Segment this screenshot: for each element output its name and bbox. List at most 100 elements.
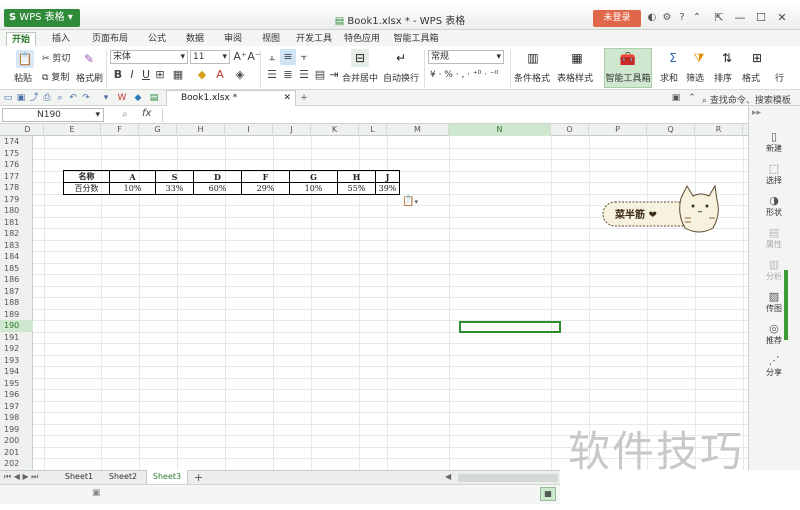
panel-item-7[interactable]: ◎ 推荐 [748, 322, 800, 346]
row-header-200[interactable]: 200 [0, 435, 33, 447]
name-box[interactable]: N190 ▾ [2, 108, 104, 122]
fill-border-icon[interactable]: ▦ [170, 67, 186, 83]
tab-2[interactable]: 插入 [44, 32, 78, 46]
format-painter-button[interactable]: 格式刷 [76, 71, 103, 84]
clipboard-icon[interactable]: ▣ [670, 92, 682, 104]
column-header-l[interactable]: L [359, 124, 387, 136]
wps-w-icon[interactable]: W [116, 92, 128, 104]
table-header-cell[interactable]: A [109, 170, 156, 183]
column-header-j[interactable]: J [273, 124, 311, 136]
row-header-192[interactable]: 192 [0, 343, 33, 355]
filter-button[interactable]: 筛选 [686, 71, 704, 84]
horizontal-scrollbar[interactable] [458, 474, 558, 482]
preview-icon[interactable]: ⌕ [54, 92, 66, 104]
help-icon[interactable]: ? [676, 12, 688, 24]
column-header-f[interactable]: F [101, 124, 139, 136]
font-size-select[interactable]: 11 ▾ [190, 50, 230, 64]
box-icon[interactable]: ◆ [132, 92, 144, 104]
table-header-cell[interactable]: D [193, 170, 242, 183]
wrap-text-button[interactable]: 自动换行 [383, 71, 419, 84]
align-middle-icon[interactable]: ≡ [280, 49, 296, 65]
column-header-k[interactable]: K [311, 124, 359, 136]
row-header-176[interactable]: 176 [0, 159, 33, 171]
save-icon[interactable]: ▣ [15, 92, 27, 104]
column-header-g[interactable]: G [139, 124, 177, 136]
panel-item-1[interactable]: ▯ 新建 [748, 130, 800, 154]
sort-icon[interactable]: ⇅ [718, 49, 736, 67]
sheet-tab-sheet3[interactable]: Sheet3 [146, 470, 188, 484]
command-search[interactable]: ⌕ 查找命令、搜索模板 [702, 93, 791, 106]
copy-button[interactable]: ⧉ 复制 [42, 70, 69, 83]
undo-icon[interactable]: ↶ [67, 92, 79, 104]
conditional-format-button[interactable]: 条件格式 [514, 71, 550, 84]
table-header-cell[interactable]: 名称 [63, 170, 110, 183]
sheet-nav-icons[interactable]: ⏮ ◀ ▶ ⏭ [4, 472, 38, 482]
table-header-cell[interactable]: H [337, 170, 376, 183]
column-header-p[interactable]: P [589, 124, 647, 136]
row-header-186[interactable]: 186 [0, 274, 33, 286]
table-header-cell[interactable]: J [375, 170, 400, 183]
tab-4[interactable]: 公式 [142, 32, 172, 46]
panel-item-6[interactable]: ▨ 传图 [748, 290, 800, 314]
zoom-icon[interactable]: ⌕ [122, 109, 128, 120]
tab-1[interactable]: 开始 [6, 32, 36, 46]
table-cell[interactable]: 60% [193, 182, 242, 195]
tab-5[interactable]: 数据 [180, 32, 210, 46]
new-tab-icon[interactable]: + [298, 92, 310, 104]
paste-options-icon[interactable]: 📋▾ [402, 196, 418, 207]
row-header-190[interactable]: 190 [0, 320, 33, 332]
row-header-179[interactable]: 179 [0, 194, 33, 206]
row-header-183[interactable]: 183 [0, 240, 33, 252]
record-macro-icon[interactable]: ▣ [92, 488, 101, 498]
tab-10[interactable]: 智能工具箱 [390, 32, 442, 46]
column-header-q[interactable]: Q [647, 124, 695, 136]
row-header-198[interactable]: 198 [0, 412, 33, 424]
paste-button[interactable]: 粘贴 [14, 71, 32, 84]
sum-icon[interactable]: Σ [664, 49, 682, 67]
expand-icon[interactable]: ⌃ [691, 12, 703, 24]
column-header-o[interactable]: O [551, 124, 589, 136]
sort-button[interactable]: 排序 [714, 71, 732, 84]
format-icon[interactable]: ⊞ [748, 49, 766, 67]
align-right-icon[interactable]: ☰ [296, 67, 312, 83]
column-header-h[interactable]: H [177, 124, 225, 136]
tab-6[interactable]: 审阅 [218, 32, 248, 46]
normal-view-icon[interactable]: ▦ [540, 487, 556, 501]
row-header-187[interactable]: 187 [0, 286, 33, 298]
panel-collapse-icon[interactable]: ▸▸ [752, 108, 761, 118]
number-format-select[interactable]: 常规 ▾ [428, 50, 504, 64]
align-top-icon[interactable]: ⫠ [264, 49, 280, 65]
row-header-188[interactable]: 188 [0, 297, 33, 309]
restore-up-icon[interactable]: ⇱ [712, 11, 726, 25]
column-header-m[interactable]: M [387, 124, 449, 136]
row-header-174[interactable]: 174 [0, 136, 33, 148]
row-header-182[interactable]: 182 [0, 228, 33, 240]
table-cell[interactable]: 33% [155, 182, 194, 195]
align-bottom-icon[interactable]: ⫟ [296, 49, 312, 65]
row-header-189[interactable]: 189 [0, 309, 33, 321]
column-header-n[interactable]: N [449, 124, 551, 136]
collapse-icon[interactable]: ⌃ [686, 92, 698, 104]
sheet-icon[interactable]: ▤ [148, 92, 160, 104]
sum-button[interactable]: 求和 [660, 71, 678, 84]
row-header-197[interactable]: 197 [0, 401, 33, 413]
close-tab-icon[interactable]: ✕ [283, 91, 291, 105]
row-button[interactable]: 行 [775, 71, 784, 84]
conditional-format-icon[interactable]: ▥ [524, 49, 542, 67]
panel-edge-handle[interactable] [784, 270, 788, 340]
dropdown-icon[interactable]: ▾ [100, 92, 112, 104]
format-painter-icon[interactable]: ✎ [80, 50, 98, 68]
sheet-tab-sheet2[interactable]: Sheet2 [102, 470, 144, 484]
merge-center-button[interactable]: 合并居中 [342, 71, 378, 84]
row-header-194[interactable]: 194 [0, 366, 33, 378]
formula-input[interactable] [162, 108, 742, 122]
add-sheet-icon[interactable]: + [194, 471, 203, 484]
row-header-196[interactable]: 196 [0, 389, 33, 401]
indent-icon[interactable]: ⇥ [326, 67, 342, 83]
table-header-cell[interactable]: F [241, 170, 290, 183]
row-header-181[interactable]: 181 [0, 217, 33, 229]
export-icon[interactable]: ⤴ [28, 92, 40, 104]
table-cell[interactable]: 39% [375, 182, 400, 195]
column-header-e[interactable]: E [44, 124, 101, 136]
login-button[interactable]: 未登录 [593, 10, 641, 27]
